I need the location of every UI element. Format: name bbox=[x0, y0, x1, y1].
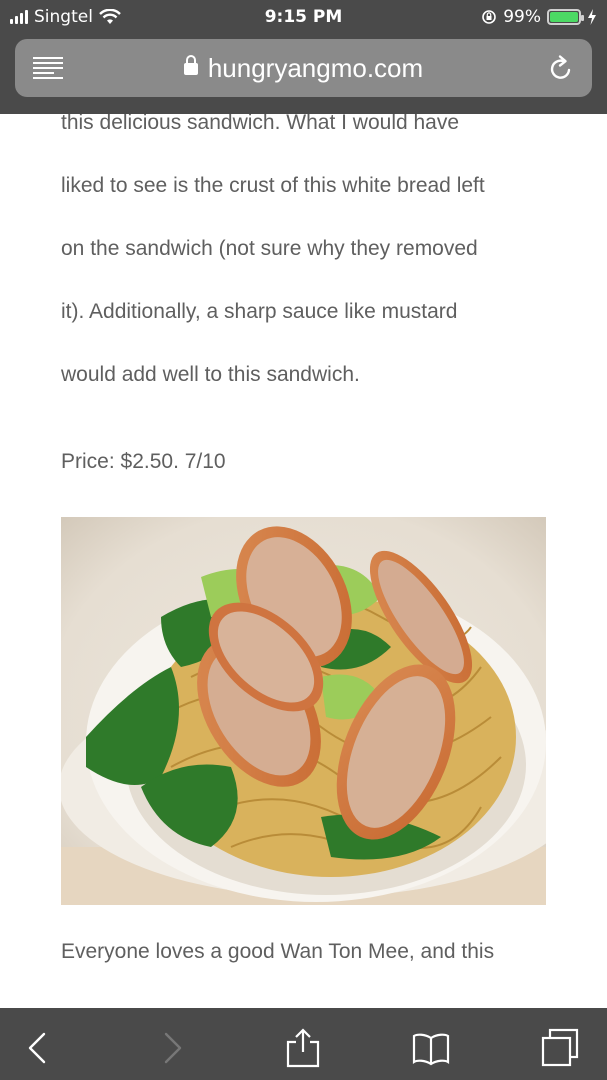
price-rating: Price: $2.50. 7/10 bbox=[61, 450, 226, 473]
url-display[interactable]: hungryangmo.com bbox=[15, 53, 592, 84]
article-line: this delicious sandwich. What I would ha… bbox=[61, 114, 460, 134]
article-line: would add well to this sandwich. bbox=[61, 363, 360, 386]
back-icon[interactable] bbox=[20, 1028, 60, 1068]
reload-icon[interactable] bbox=[546, 53, 576, 83]
status-right: 99% bbox=[481, 7, 597, 27]
battery-fill bbox=[550, 12, 578, 22]
bottom-toolbar bbox=[0, 1008, 607, 1080]
food-photo bbox=[61, 517, 546, 905]
battery-percent: 99% bbox=[503, 7, 541, 27]
domain-text: hungryangmo.com bbox=[207, 53, 424, 83]
browser-header: hungryangmo.com bbox=[0, 36, 607, 114]
charging-bolt-icon bbox=[588, 9, 596, 25]
article-line: on the sandwich (not sure why they remov… bbox=[61, 237, 478, 260]
tabs-icon[interactable] bbox=[540, 1028, 580, 1068]
article-content: this delicious sandwich. What I would ha… bbox=[0, 114, 607, 1008]
battery-icon bbox=[547, 9, 584, 25]
lock-icon bbox=[183, 55, 198, 75]
article-line: liked to see is the crust of this white … bbox=[61, 174, 485, 197]
orientation-lock-icon bbox=[482, 10, 497, 24]
share-icon[interactable] bbox=[283, 1028, 323, 1068]
article-line: Everyone loves a good Wan Ton Mee, and t… bbox=[61, 940, 495, 963]
article-line: it). Additionally, a sharp sauce like mu… bbox=[61, 300, 458, 323]
bookmarks-icon[interactable] bbox=[411, 1028, 451, 1068]
status-bar: Singtel 9:15 PM 99% bbox=[0, 0, 607, 36]
forward-icon[interactable] bbox=[150, 1028, 190, 1068]
address-bar[interactable]: hungryangmo.com bbox=[15, 39, 592, 97]
